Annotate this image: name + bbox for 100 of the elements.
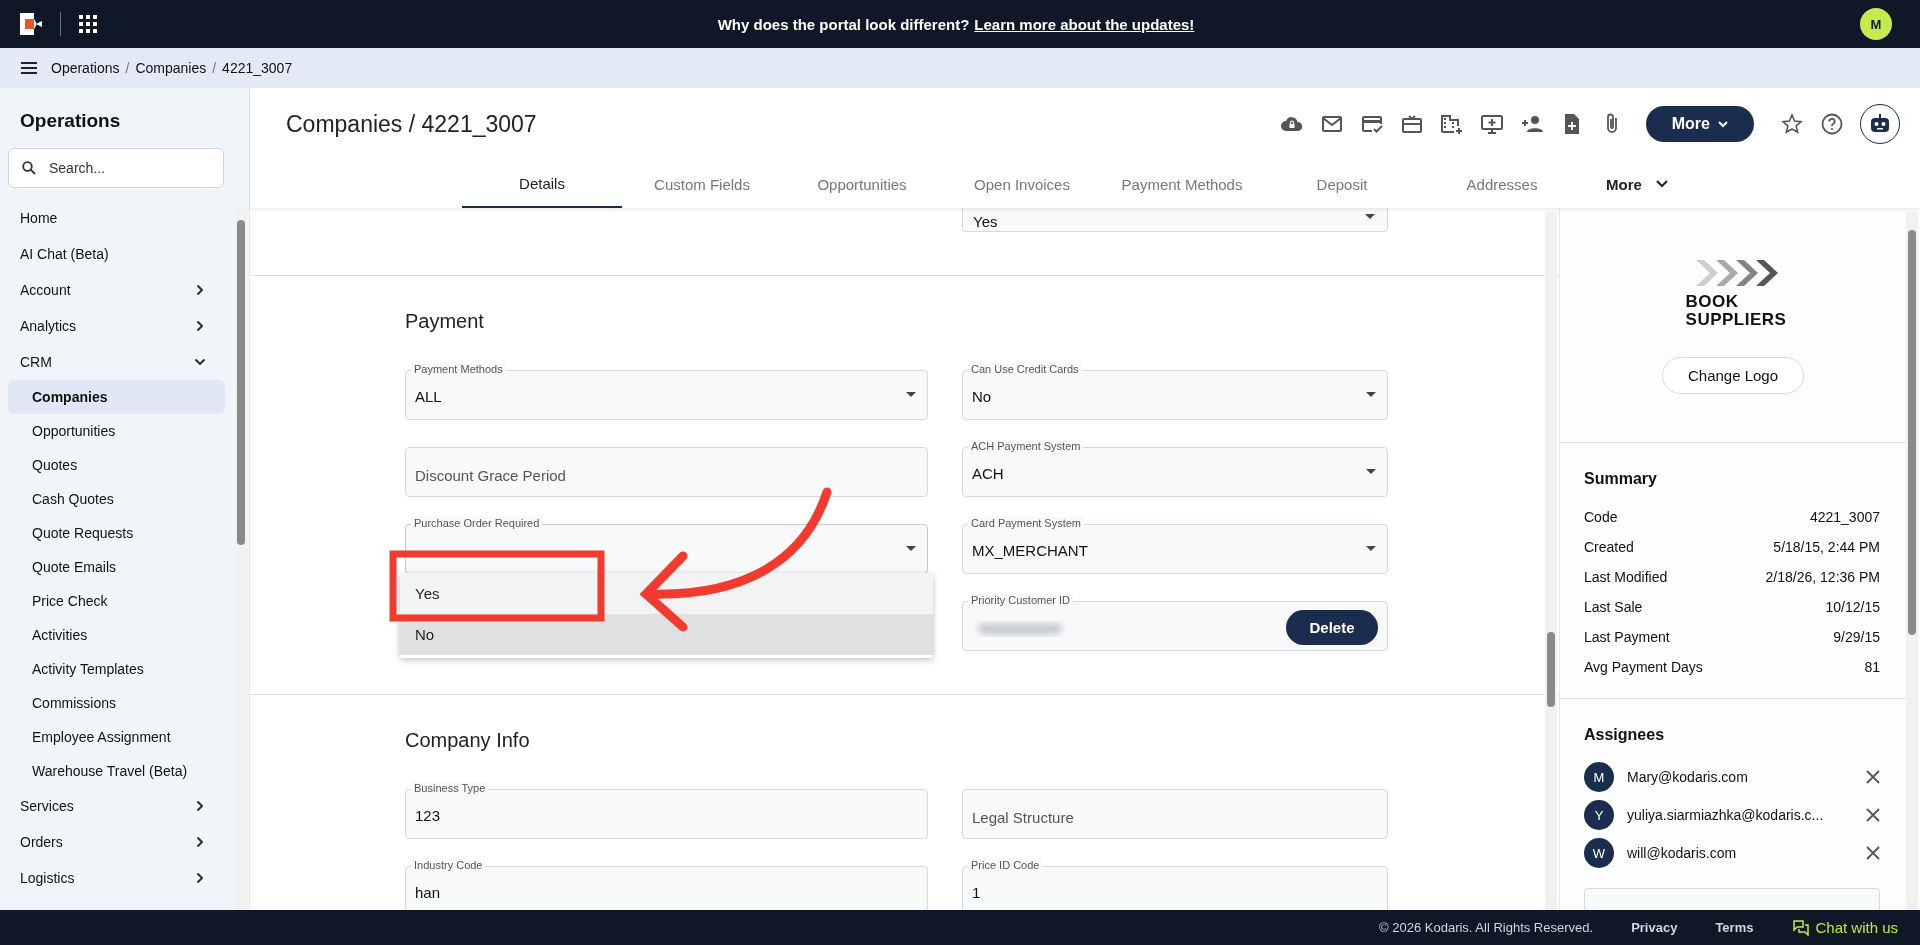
section-title: Company Info — [405, 729, 531, 752]
summary-value: 9/29/15 — [1833, 629, 1880, 645]
company-logo: BOOK SUPPLIERS — [1679, 260, 1787, 329]
sidebar-item[interactable]: AI Chat (Beta) — [0, 236, 226, 272]
caret-icon — [1718, 120, 1728, 128]
caret-icon — [1365, 214, 1375, 219]
robot-icon — [1869, 114, 1891, 134]
sidebar-subitem[interactable]: Warehouse Travel (Beta) — [8, 754, 225, 788]
chevron-icon — [196, 284, 204, 296]
summary-label: Code — [1584, 509, 1618, 525]
sidebar-subitem[interactable]: Activity Templates — [8, 652, 225, 686]
banner-link[interactable]: Learn more about the updates! — [974, 15, 1195, 33]
summary-value: 2/18/26, 12:36 PM — [1765, 569, 1880, 585]
chevron-icon — [194, 358, 206, 366]
sidebar-item[interactable]: Orders — [0, 824, 226, 860]
assignee-email: Mary@kodaris.com — [1627, 769, 1749, 785]
sidebar-subitem[interactable]: Companies — [8, 380, 225, 414]
caret-icon — [906, 546, 916, 551]
scrollbar[interactable] — [1545, 212, 1557, 910]
summary-value: 5/18/15, 2:44 PM — [1773, 539, 1880, 555]
breadcrumb-link[interactable]: 4221_3007 — [222, 60, 293, 76]
close-icon[interactable] — [1866, 808, 1880, 822]
user-avatar[interactable]: M — [1860, 8, 1892, 40]
tab[interactable]: Custom Fields — [622, 160, 782, 208]
breadcrumb-separator: / — [125, 60, 130, 76]
help-icon[interactable] — [1820, 112, 1844, 136]
banner-text: Why does the portal look different? — [717, 15, 970, 33]
summary-value: 10/12/15 — [1825, 599, 1880, 615]
scrollbar[interactable] — [1906, 212, 1918, 910]
tab[interactable]: Deposit — [1262, 160, 1422, 208]
building-plus-icon[interactable] — [1439, 112, 1464, 136]
page-title: Companies / 4221_3007 — [286, 110, 537, 138]
sidebar-subitem[interactable]: Price Check — [8, 584, 225, 618]
caret-icon — [1366, 546, 1376, 551]
breadcrumb-link[interactable]: Companies — [135, 60, 207, 76]
more-button[interactable]: More — [1645, 106, 1754, 142]
assignee-email: will@kodaris.com — [1627, 845, 1738, 861]
copyright-text: © 2026 Kodaris. All Rights Reserved. — [1379, 920, 1594, 935]
assignee-avatar: M — [1584, 762, 1614, 792]
chevron-icon — [196, 320, 204, 332]
close-icon[interactable] — [1866, 770, 1880, 784]
sidebar-subitem[interactable]: Quote Requests — [8, 516, 225, 550]
star-icon[interactable] — [1780, 112, 1804, 136]
section-title: Payment — [405, 310, 485, 333]
search-icon — [22, 161, 36, 175]
summary-title: Summary — [1584, 470, 1658, 488]
summary-value: 81 — [1864, 659, 1880, 675]
sidebar-item[interactable]: Analytics — [0, 308, 226, 344]
summary-label: Last Sale — [1584, 599, 1643, 615]
sidebar-subitem[interactable]: Commissions — [8, 686, 225, 720]
select-field[interactable]: Yes — [962, 208, 1388, 232]
search-field[interactable]: Search... — [8, 148, 224, 188]
summary-label: Avg Payment Days — [1584, 659, 1703, 675]
footer-link[interactable]: Privacy — [1631, 920, 1678, 935]
gift-card-icon[interactable] — [1399, 112, 1424, 136]
monitor-plus-icon[interactable] — [1479, 112, 1504, 136]
chevron-icon — [196, 800, 204, 812]
delete-button[interactable]: Delete — [1286, 610, 1378, 645]
sidebar-title: Operations — [19, 109, 122, 133]
sidebar-subitem[interactable]: Quote Emails — [8, 550, 225, 584]
chat-link[interactable]: Chat with us — [1793, 919, 1898, 936]
breadcrumb-link[interactable]: Operations — [51, 60, 120, 76]
sidebar-subitem[interactable]: Cash Quotes — [8, 482, 225, 516]
summary-value: 4221_3007 — [1809, 509, 1880, 525]
tab[interactable]: Addresses — [1422, 160, 1582, 208]
sidebar-subitem[interactable]: Employee Assignment — [8, 720, 225, 754]
tab[interactable]: Payment Methods — [1102, 160, 1262, 208]
assignee-avatar: Y — [1584, 800, 1614, 830]
dropdown-option[interactable]: No — [400, 614, 933, 655]
sidebar-subitem[interactable]: Quotes — [8, 448, 225, 482]
scrollbar[interactable] — [235, 208, 247, 910]
assignee-avatar: W — [1584, 838, 1614, 868]
tab[interactable]: More — [1582, 160, 1692, 208]
sidebar-item[interactable]: Logistics — [0, 860, 226, 896]
chat-icon — [1793, 919, 1810, 936]
tab[interactable]: Open Invoices — [942, 160, 1102, 208]
sidebar-item[interactable]: Home — [0, 200, 226, 236]
caret-icon — [1655, 180, 1668, 188]
sidebar-item[interactable]: Services — [0, 788, 226, 824]
summary-label: Created — [1584, 539, 1634, 555]
dropdown-option[interactable]: Yes — [400, 573, 933, 614]
logo-icon[interactable] — [20, 13, 42, 35]
menu-icon[interactable] — [21, 62, 37, 74]
change-logo-button[interactable]: Change Logo — [1662, 357, 1804, 394]
sidebar-item[interactable]: Account — [0, 272, 226, 308]
sidebar-subitem[interactable]: Activities — [8, 618, 225, 652]
caret-icon — [1366, 469, 1376, 474]
sidebar-subitem[interactable]: Opportunities — [8, 414, 225, 448]
chevron-icon — [196, 872, 204, 884]
close-icon[interactable] — [1866, 846, 1880, 860]
footer-link[interactable]: Terms — [1715, 920, 1754, 935]
summary-label: Last Payment — [1584, 629, 1670, 645]
tab[interactable]: Opportunities — [782, 160, 942, 208]
apps-grid-icon[interactable] — [79, 15, 97, 33]
caret-icon — [906, 392, 916, 397]
assignees-title: Assignees — [1584, 726, 1666, 744]
summary-label: Last Modified — [1584, 569, 1668, 585]
breadcrumb-separator: / — [212, 60, 217, 76]
sidebar-item[interactable]: CRM — [0, 344, 226, 380]
caret-icon — [1366, 392, 1376, 397]
